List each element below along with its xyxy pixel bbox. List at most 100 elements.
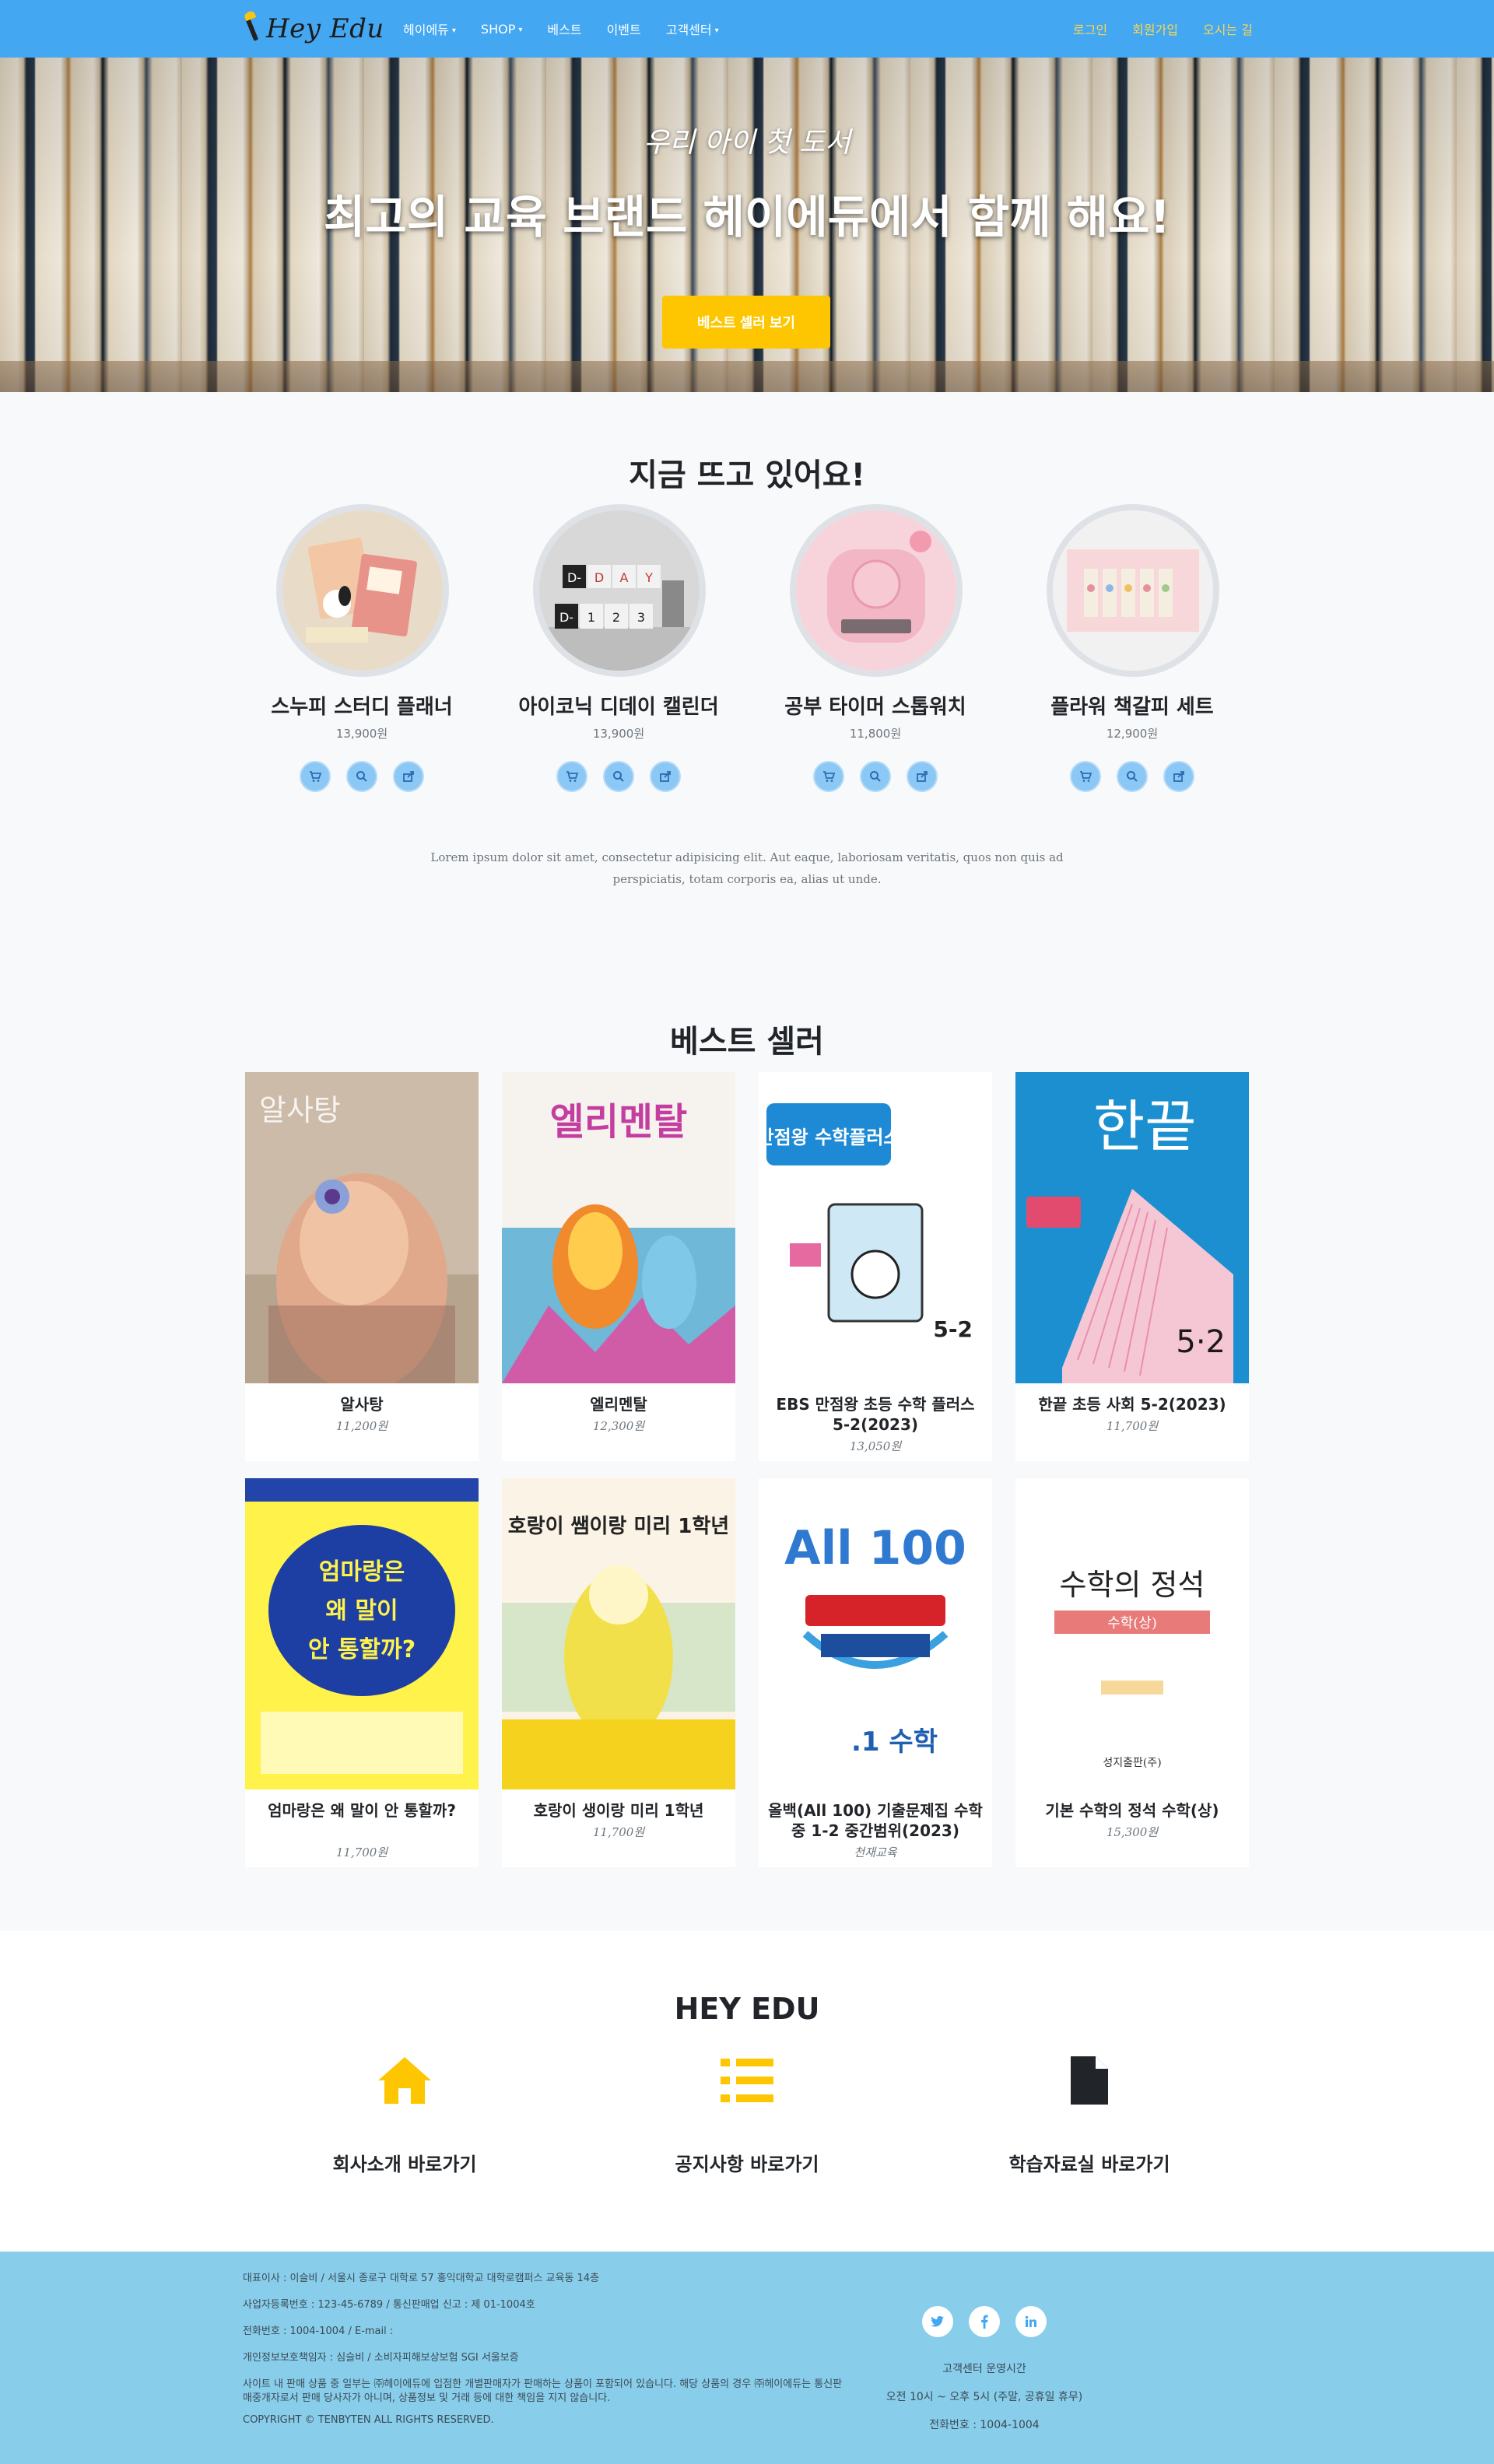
svg-text:.1 수학: .1 수학 xyxy=(851,1726,938,1758)
footer: 대표이사 : 이슬비 / 서울시 종로구 대학로 57 홍익대학교 대학로캠퍼스… xyxy=(0,2252,1494,2464)
book-cover-image[interactable]: 수학의 정석 수학(상) 성지출판(주) xyxy=(1015,1478,1249,1789)
company-intro-link[interactable]: 회사소개 바로가기 xyxy=(249,2049,560,2205)
book-title[interactable]: 알사탕 xyxy=(253,1394,471,1414)
directions-link[interactable]: 오시는 길 xyxy=(1203,19,1253,38)
book-card[interactable]: 한끝 5·2 한끝 초등 사회 5-2(2023) 11,700원 xyxy=(1015,1072,1249,1461)
product-name[interactable]: 아이코닉 디데이 캘린더 xyxy=(490,691,747,720)
svg-text:A: A xyxy=(620,570,629,585)
book-title[interactable]: 호랑이 생이랑 미리 1학년 xyxy=(510,1800,728,1821)
svg-text:D: D xyxy=(594,570,604,585)
menu-item-customer-center[interactable]: 고객센터 ▾ xyxy=(666,19,719,38)
pencil-icon xyxy=(241,10,260,47)
twitter-icon[interactable] xyxy=(922,2306,953,2337)
seller-disclaimer: 사이트 내 판매 상품 중 일부는 ㈜헤이에듀에 입점한 개별판매자가 판매하는… xyxy=(243,2378,843,2404)
book-cover-image[interactable]: 엘리멘탈 xyxy=(502,1072,735,1383)
product-name[interactable]: 플라워 책갈피 세트 xyxy=(1004,691,1261,720)
book-cover-image[interactable]: 알사탕 xyxy=(245,1072,479,1383)
svg-text:1: 1 xyxy=(587,610,595,625)
add-to-cart-button[interactable] xyxy=(813,761,844,792)
product-image-dday-calendar[interactable]: D- D A Y D- 1 2 3 xyxy=(533,504,706,677)
product-price: 13,900원 xyxy=(335,727,388,741)
list-icon xyxy=(716,2049,778,2112)
book-title[interactable]: 엄마랑은 왜 말이 안 통할까? xyxy=(253,1800,471,1821)
book-card[interactable]: 만점왕 수학플러스 5-2 EBS 만점왕 초등 수학 플러스 5-2(2023… xyxy=(759,1072,992,1461)
share-icon xyxy=(917,771,928,782)
book-title[interactable]: 기본 수학의 정석 수학(상) xyxy=(1023,1800,1241,1821)
quick-view-button[interactable] xyxy=(860,761,891,792)
share-button[interactable] xyxy=(907,761,938,792)
brand-logo[interactable]: Hey Edu xyxy=(241,8,384,50)
book-card[interactable]: 수학의 정석 수학(상) 성지출판(주) 기본 수학의 정석 수학(상) 15,… xyxy=(1015,1478,1249,1867)
product-actions xyxy=(747,761,1004,792)
customer-service-info: 고객센터 운영시간 오전 10시 ~ 오후 5시 (주말, 공휴일 휴무) 전화… xyxy=(825,2306,1144,2445)
book-title[interactable]: 엘리멘탈 xyxy=(510,1394,728,1414)
file-icon xyxy=(1058,2049,1120,2112)
product-image-flower-bookmarks[interactable] xyxy=(1047,504,1219,677)
product-image-snoopy-planner[interactable] xyxy=(276,504,449,677)
svg-text:D-: D- xyxy=(567,570,581,585)
cart-icon xyxy=(310,771,322,782)
view-bestseller-button[interactable]: 베스트 셀러 보기 xyxy=(662,296,830,349)
social-links xyxy=(825,2306,1144,2337)
book-price: 천재교육 xyxy=(854,1845,897,1859)
book-card[interactable]: 엄마랑은 왜 말이 안 통할까? 엄마랑은 왜 말이 안 통할까? 11,700… xyxy=(245,1478,479,1867)
cart-icon xyxy=(823,771,836,782)
book-title[interactable]: 올백(All 100) 기출문제집 수학 중 1-2 중간범위(2023) xyxy=(766,1800,984,1841)
menu-item-event[interactable]: 이벤트 xyxy=(607,19,641,38)
book-cover-image[interactable]: 만점왕 수학플러스 5-2 xyxy=(759,1072,992,1383)
search-icon xyxy=(613,771,624,782)
book-price: 11,200원 xyxy=(335,1419,388,1433)
product-price: 11,800원 xyxy=(849,727,902,741)
linkedin-icon[interactable] xyxy=(1015,2306,1047,2337)
book-card[interactable]: 호랑이 쌤이랑 미리 1학년 호랑이 생이랑 미리 1학년 11,700원 xyxy=(502,1478,735,1867)
signup-link[interactable]: 회원가입 xyxy=(1132,19,1178,38)
book-cover-image[interactable]: 한끝 5·2 xyxy=(1015,1072,1249,1383)
hero-banner: 우리 아이 첫 도서 최고의 교육 브랜드 헤이에듀에서 함께 해요! 베스트 … xyxy=(0,58,1494,392)
svg-text:D-: D- xyxy=(559,610,573,625)
notice-label[interactable]: 공지사항 바로가기 xyxy=(591,2149,903,2176)
product-actions xyxy=(233,761,490,792)
book-cover-image[interactable]: All 100 .1 수학 xyxy=(759,1478,992,1789)
quick-view-button[interactable] xyxy=(603,761,634,792)
share-button[interactable] xyxy=(1163,761,1194,792)
navbar-inner: Hey Edu 헤이에듀 ▾ SHOP ▾ 베스트 이벤트 고객센터 ▾ 로그인 회원… xyxy=(241,0,1253,58)
login-link[interactable]: 로그인 xyxy=(1073,19,1107,38)
quick-view-button[interactable] xyxy=(346,761,377,792)
add-to-cart-button[interactable] xyxy=(1070,761,1101,792)
main-menu: 헤이에듀 ▾ SHOP ▾ 베스트 이벤트 고객센터 ▾ xyxy=(403,0,719,58)
search-icon xyxy=(1127,771,1138,782)
book-price: 12,300원 xyxy=(592,1419,645,1433)
company-intro-label[interactable]: 회사소개 바로가기 xyxy=(249,2149,560,2176)
book-card[interactable]: 알사탕 알사탕 11,200원 xyxy=(245,1072,479,1461)
svg-text:5·2: 5·2 xyxy=(1176,1324,1226,1360)
share-button[interactable] xyxy=(650,761,681,792)
contact-info: 전화번호 : 1004-1004 / E-mail : xyxy=(243,2326,394,2337)
share-button[interactable] xyxy=(393,761,424,792)
book-price: 11,700원 xyxy=(335,1845,388,1859)
notice-link[interactable]: 공지사항 바로가기 xyxy=(591,2049,903,2205)
add-to-cart-button[interactable] xyxy=(300,761,331,792)
menu-item-heyedu[interactable]: 헤이에듀 ▾ xyxy=(403,19,456,38)
book-title[interactable]: 한끝 초등 사회 5-2(2023) xyxy=(1023,1394,1241,1414)
brand-name: Hey Edu xyxy=(266,13,384,44)
svg-text:왜 말이: 왜 말이 xyxy=(325,1597,398,1625)
learning-materials-link[interactable]: 학습자료실 바로가기 xyxy=(934,2049,1245,2205)
book-card[interactable]: All 100 .1 수학 올백(All 100) 기출문제집 수학 중 1-2… xyxy=(759,1478,992,1867)
book-card[interactable]: 엘리멘탈 엘리멘탈 12,300원 xyxy=(502,1072,735,1461)
quick-view-button[interactable] xyxy=(1117,761,1148,792)
book-price: 15,300원 xyxy=(1106,1825,1159,1839)
svg-text:안 통할까?: 안 통할까? xyxy=(308,1636,416,1663)
book-price: 11,700원 xyxy=(592,1825,645,1839)
menu-item-best[interactable]: 베스트 xyxy=(547,19,581,38)
menu-item-shop[interactable]: SHOP ▾ xyxy=(481,22,522,37)
add-to-cart-button[interactable] xyxy=(556,761,587,792)
product-name[interactable]: 공부 타이머 스톱워치 xyxy=(747,691,1004,720)
product-image-study-timer[interactable] xyxy=(790,504,963,677)
facebook-icon[interactable] xyxy=(969,2306,1000,2337)
book-price: 13,050원 xyxy=(849,1439,902,1453)
learning-materials-label[interactable]: 학습자료실 바로가기 xyxy=(934,2149,1245,2176)
product-name[interactable]: 스누피 스터디 플래너 xyxy=(233,691,490,720)
book-title[interactable]: EBS 만점왕 초등 수학 플러스 5-2(2023) xyxy=(766,1394,984,1435)
book-cover-image[interactable]: 호랑이 쌤이랑 미리 1학년 xyxy=(502,1478,735,1789)
book-cover-image[interactable]: 엄마랑은 왜 말이 안 통할까? xyxy=(245,1478,479,1789)
